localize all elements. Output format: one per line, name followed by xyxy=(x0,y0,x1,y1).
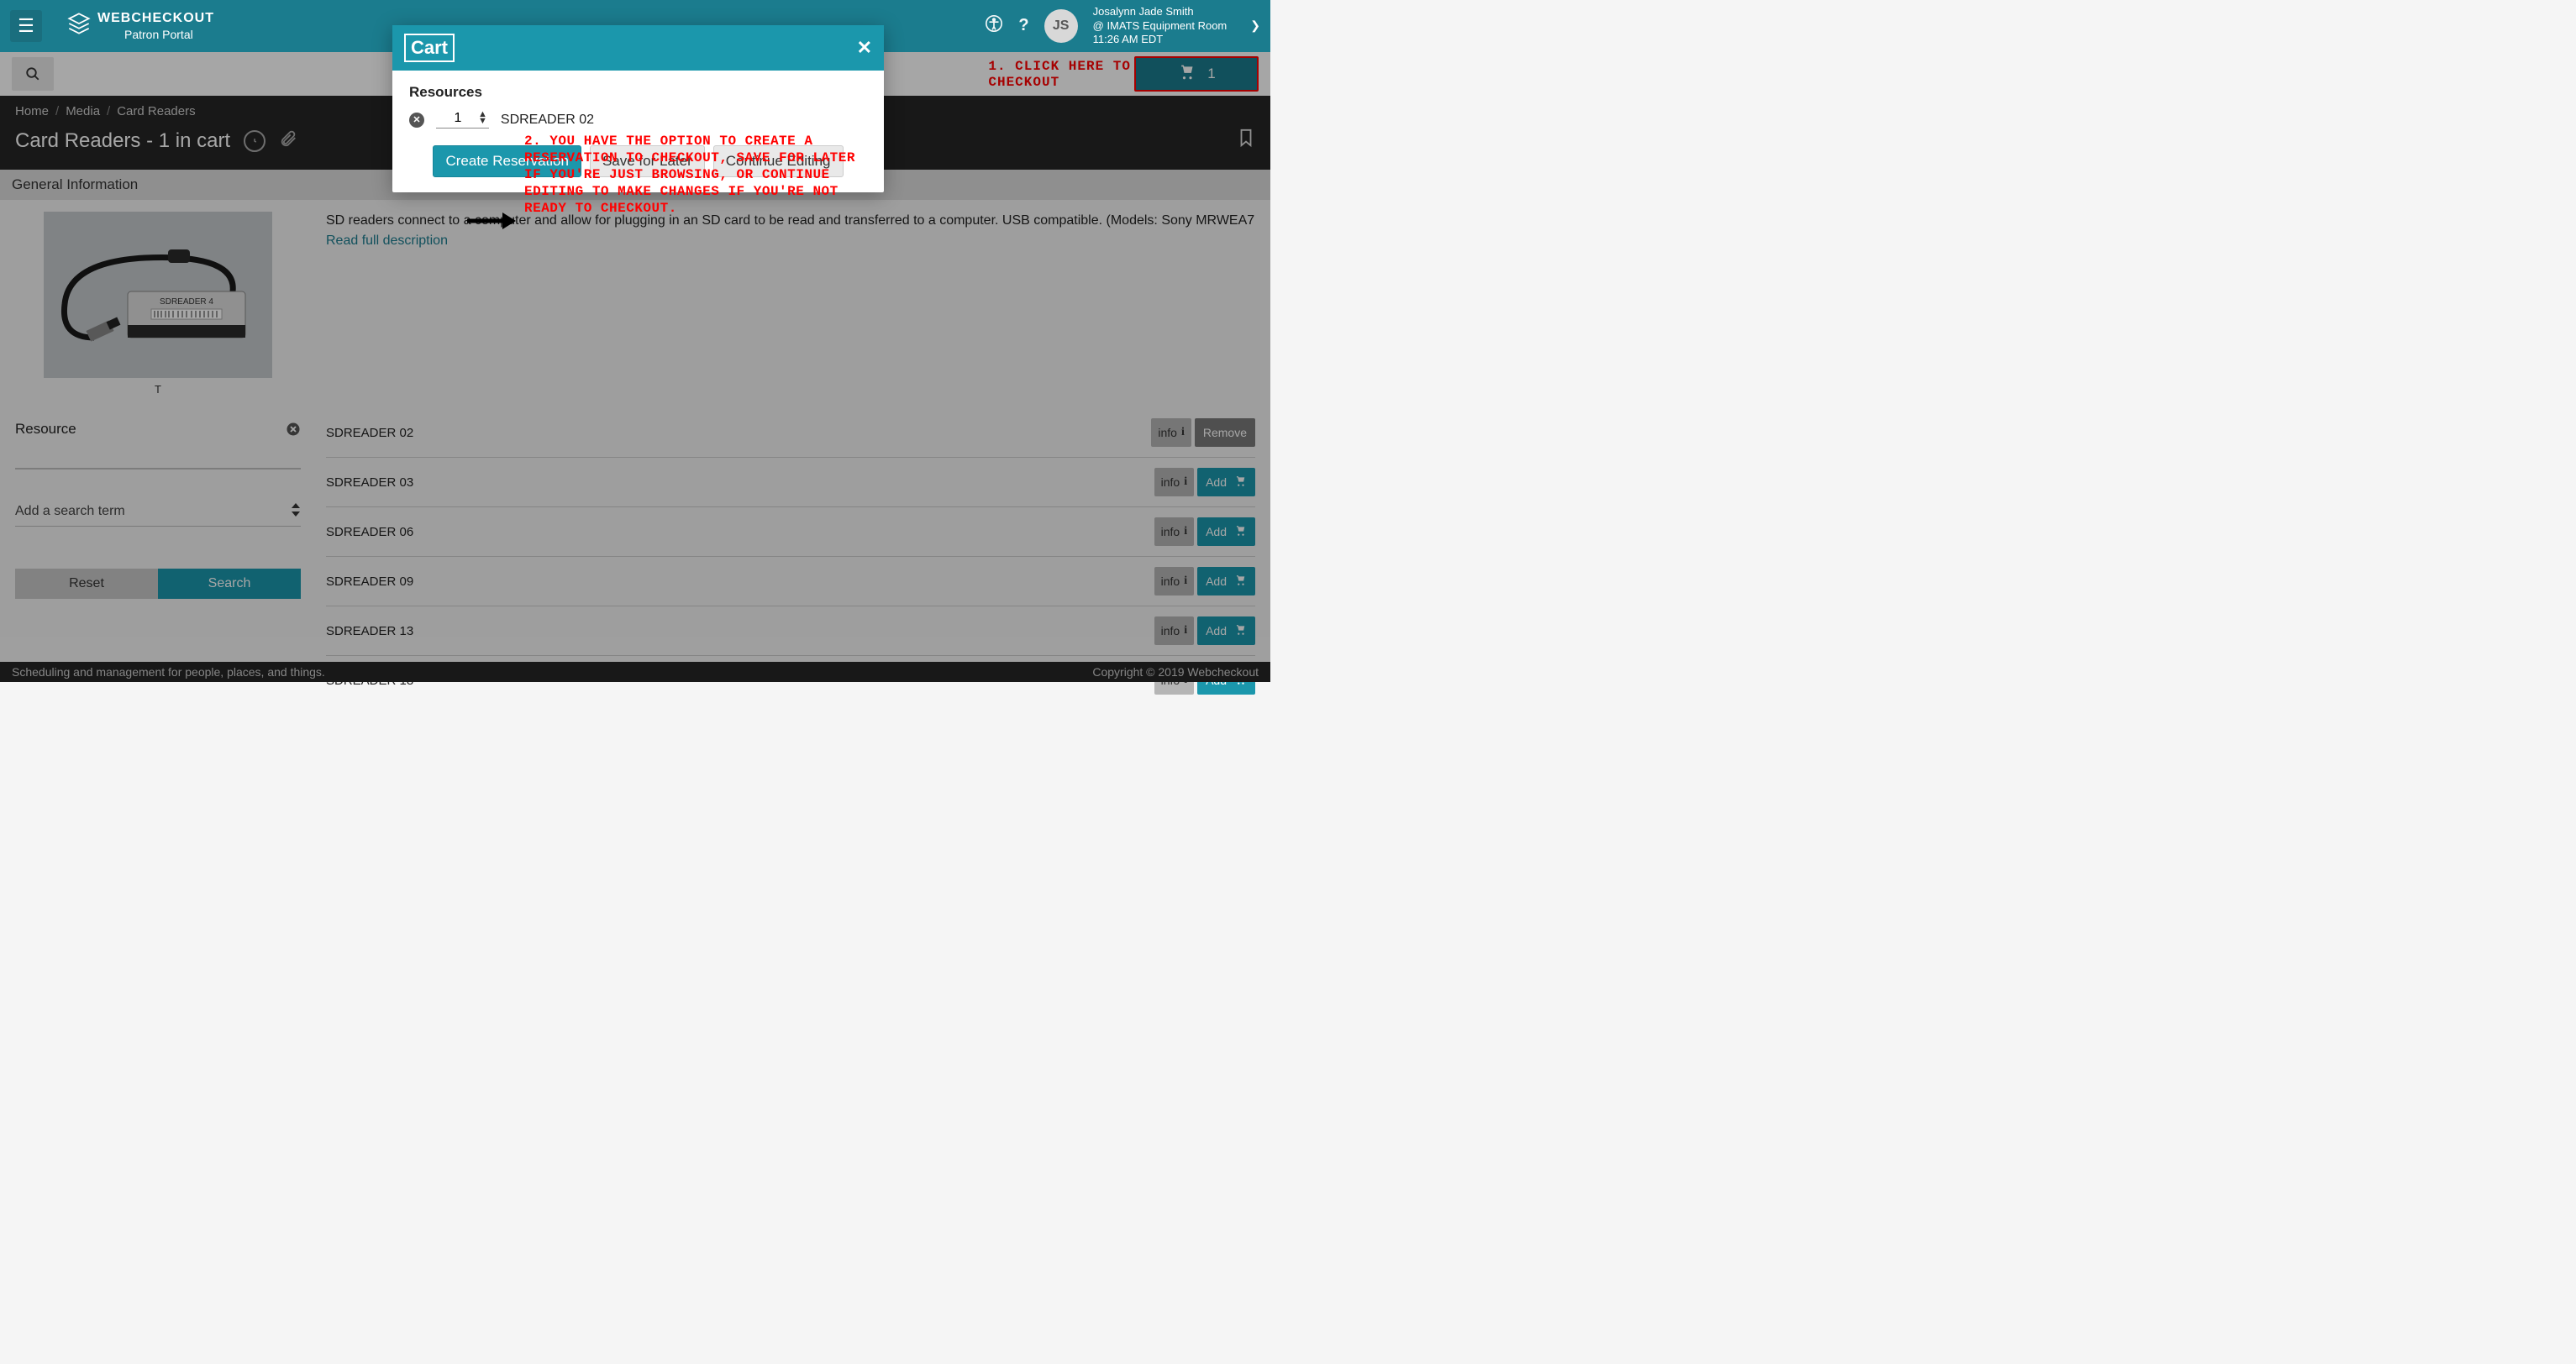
accessibility-icon[interactable] xyxy=(985,14,1003,38)
quantity-input[interactable] xyxy=(438,111,478,126)
chevron-down-icon[interactable]: ❯ xyxy=(1250,18,1260,33)
user-location: @ IMATS Equipment Room xyxy=(1093,19,1228,34)
user-avatar[interactable]: JS xyxy=(1044,9,1078,43)
stepper-arrows-icon[interactable]: ▲▼ xyxy=(478,112,487,124)
quantity-stepper[interactable]: ▲▼ xyxy=(436,111,489,129)
annotation-arrow-icon xyxy=(465,210,518,236)
user-name: Josalynn Jade Smith xyxy=(1093,5,1228,19)
cart-item-name: SDREADER 02 xyxy=(501,113,594,128)
logo-text: WEBCHECKOUT Patron Portal xyxy=(97,11,214,41)
modal-title: Cart xyxy=(404,34,455,62)
user-time: 11:26 AM EDT xyxy=(1093,33,1228,47)
remove-item-icon[interactable]: ✕ xyxy=(409,113,424,128)
brand-name: WEBCHECKOUT xyxy=(97,11,214,26)
user-info[interactable]: Josalynn Jade Smith @ IMATS Equipment Ro… xyxy=(1093,5,1228,48)
header-right: ? JS Josalynn Jade Smith @ IMATS Equipme… xyxy=(985,5,1260,48)
hamburger-menu[interactable]: ☰ xyxy=(10,10,42,42)
modal-section-title: Resources xyxy=(409,84,867,101)
logo-icon xyxy=(67,12,91,41)
cart-line-item: ✕ ▲▼ SDREADER 02 xyxy=(409,111,867,129)
modal-header: Cart ✕ xyxy=(392,25,884,71)
logo-area[interactable]: WEBCHECKOUT Patron Portal xyxy=(67,11,214,41)
portal-label: Patron Portal xyxy=(124,28,214,41)
annotation-2: 2. YOU HAVE THE OPTION TO CREATE A RESER… xyxy=(524,133,860,217)
help-icon[interactable]: ? xyxy=(1018,16,1028,35)
close-icon[interactable]: ✕ xyxy=(857,37,872,59)
